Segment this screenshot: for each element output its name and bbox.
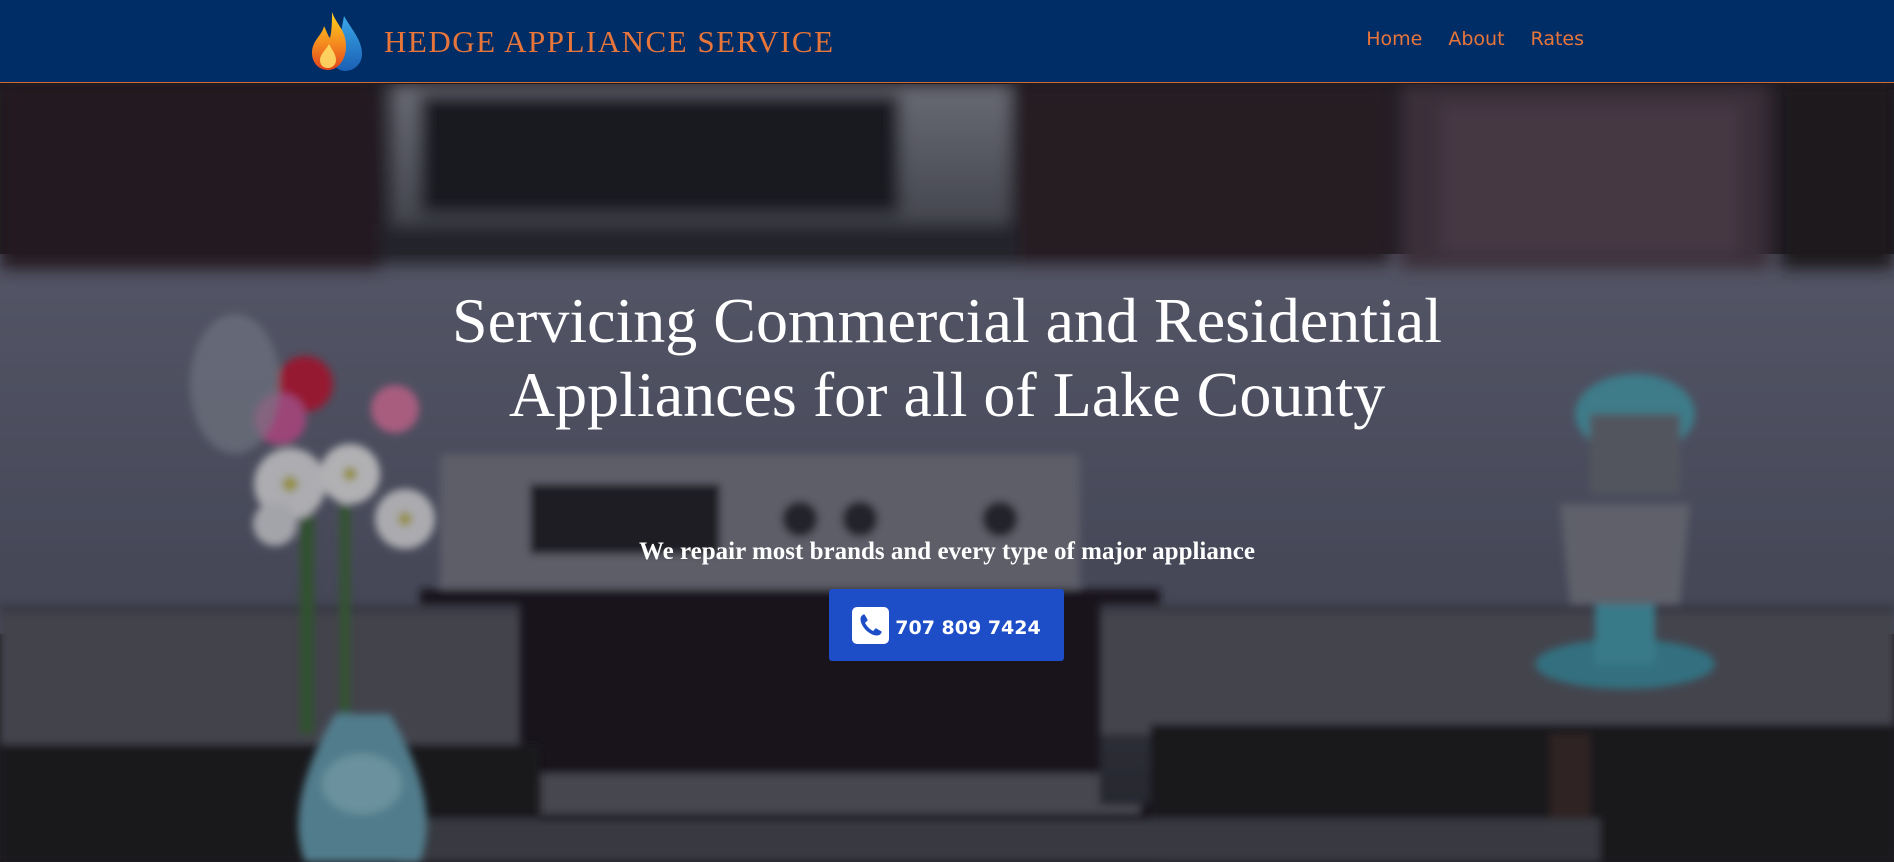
flame-logo-icon (312, 12, 362, 71)
hero-section: Servicing Commercial and Residential App… (0, 84, 1894, 862)
main-nav: Home About Rates (1366, 26, 1584, 52)
top-navbar: HEDGE APPLIANCE SERVICE Home About Rates (0, 0, 1894, 83)
nav-link-about[interactable]: About (1448, 26, 1504, 52)
hero-subtitle: We repair most brands and every type of … (639, 538, 1255, 565)
brand-home-link[interactable]: HEDGE APPLIANCE SERVICE (310, 10, 835, 72)
nav-link-home[interactable]: Home (1366, 26, 1422, 52)
phone-square-icon (852, 606, 890, 644)
hero-content: Servicing Commercial and Residential App… (0, 84, 1894, 862)
hero-title: Servicing Commercial and Residential App… (452, 285, 1442, 430)
nav-link-rates[interactable]: Rates (1531, 26, 1584, 52)
call-phone-button[interactable]: 707 809 7424 (829, 589, 1064, 661)
call-phone-number: 707 809 7424 (895, 617, 1041, 639)
brand-name: HEDGE APPLIANCE SERVICE (384, 23, 835, 59)
